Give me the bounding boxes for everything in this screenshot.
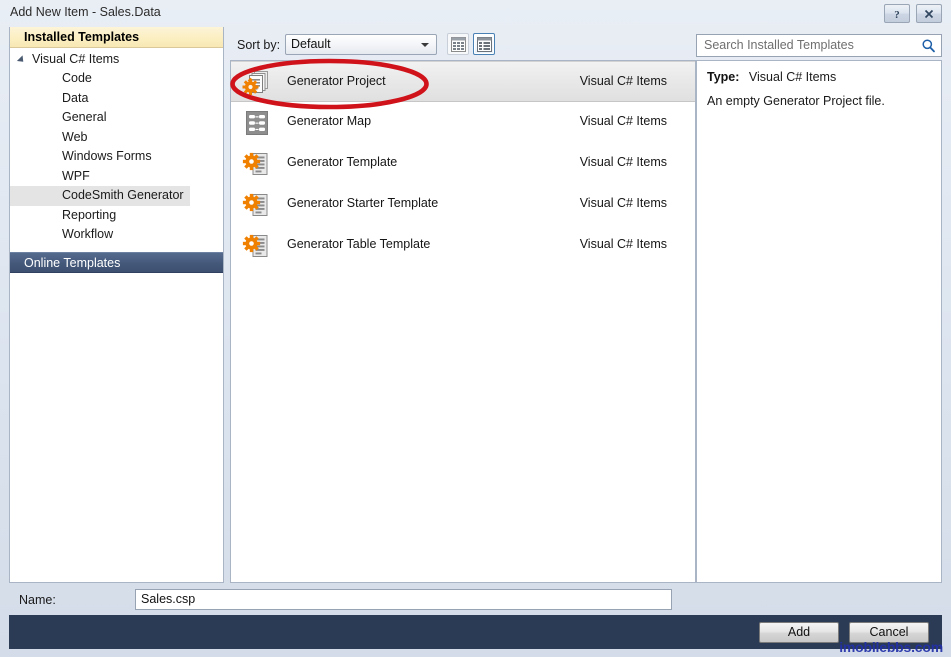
generator-starter-template-icon	[242, 190, 272, 220]
add-button[interactable]: Add	[759, 622, 839, 643]
template-list: Generator Project Visual C# Items	[230, 60, 696, 583]
template-type: Visual C# Items	[580, 114, 667, 128]
titlebar: Add New Item - Sales.Data ?	[0, 0, 951, 26]
sidebar-item-code[interactable]: Code	[10, 71, 92, 85]
generator-template-icon	[242, 149, 272, 179]
sidebar-item-visual-csharp-items[interactable]: Visual C# Items	[10, 49, 223, 69]
search-input[interactable]: Search Installed Templates	[696, 34, 942, 57]
table-row[interactable]: Generator Template Visual C# Items	[231, 143, 695, 184]
template-type: Visual C# Items	[580, 237, 667, 251]
close-button[interactable]	[916, 4, 942, 23]
sidebar-item-windows-forms[interactable]: Windows Forms	[10, 149, 152, 163]
search-placeholder: Search Installed Templates	[704, 38, 854, 52]
name-value: Sales.csp	[141, 592, 195, 606]
installed-templates-band[interactable]: Installed Templates	[10, 27, 223, 48]
details-view-button[interactable]	[473, 33, 495, 55]
add-new-item-dialog: Add New Item - Sales.Data ? Installed Te…	[0, 0, 951, 657]
help-button[interactable]: ?	[884, 4, 910, 23]
table-row[interactable]: Generator Project Visual C# Items	[231, 61, 695, 102]
chevron-down-icon[interactable]	[17, 55, 26, 64]
close-icon	[922, 7, 936, 21]
generator-table-template-icon	[242, 231, 272, 261]
table-row[interactable]: Generator Map Visual C# Items	[231, 102, 695, 143]
sidebar-item-reporting[interactable]: Reporting	[10, 208, 116, 222]
sidebar-item-workflow[interactable]: Workflow	[10, 227, 113, 241]
tiles-view-button[interactable]	[447, 33, 469, 55]
detail-description: An empty Generator Project file.	[707, 93, 933, 109]
detail-type-value: Visual C# Items	[749, 70, 836, 84]
template-name: Generator Starter Template	[287, 196, 438, 210]
help-icon: ?	[890, 7, 904, 21]
template-name: Generator Project	[287, 74, 386, 88]
search-icon	[921, 38, 936, 53]
sidebar-root-label: Visual C# Items	[32, 52, 119, 66]
sort-by-dropdown[interactable]: Default	[285, 34, 437, 55]
cancel-button[interactable]: Cancel	[849, 622, 929, 643]
template-category-tree: Visual C# Items Code Data General Web Wi…	[10, 49, 223, 245]
sidebar-item-codesmith-generator[interactable]: CodeSmith Generator	[10, 186, 190, 206]
generator-project-icon	[242, 68, 272, 98]
detail-type-row: Type: Visual C# Items	[707, 70, 836, 84]
online-templates-band[interactable]: Online Templates	[10, 252, 223, 273]
sidebar-item-data[interactable]: Data	[10, 91, 88, 105]
name-label: Name:	[19, 593, 56, 607]
template-details-panel: Type: Visual C# Items An empty Generator…	[696, 60, 942, 583]
sort-by-value: Default	[291, 37, 331, 51]
svg-text:?: ?	[894, 9, 900, 21]
template-type: Visual C# Items	[580, 196, 667, 210]
table-row[interactable]: Generator Table Template Visual C# Items	[231, 225, 695, 266]
template-type: Visual C# Items	[580, 74, 667, 88]
template-name: Generator Template	[287, 155, 397, 169]
search-button[interactable]	[921, 38, 936, 56]
details-view-icon	[477, 37, 492, 52]
table-row[interactable]: Generator Starter Template Visual C# Ite…	[231, 184, 695, 225]
dialog-footer: Add Cancel	[9, 615, 942, 649]
sidebar-item-general[interactable]: General	[10, 110, 106, 124]
name-input[interactable]: Sales.csp	[135, 589, 672, 610]
detail-type-label: Type:	[707, 70, 739, 84]
template-type: Visual C# Items	[580, 155, 667, 169]
sort-by-label: Sort by:	[237, 38, 280, 52]
sidebar-item-wpf[interactable]: WPF	[10, 169, 90, 183]
templates-sidebar: Installed Templates Visual C# Items Code…	[9, 27, 224, 583]
tiles-view-icon	[451, 37, 466, 52]
chevron-down-icon	[421, 43, 429, 47]
generator-map-icon	[242, 108, 272, 138]
template-name: Generator Table Template	[287, 237, 430, 251]
template-name: Generator Map	[287, 114, 371, 128]
sidebar-item-web[interactable]: Web	[10, 130, 87, 144]
window-title: Add New Item - Sales.Data	[10, 5, 161, 19]
